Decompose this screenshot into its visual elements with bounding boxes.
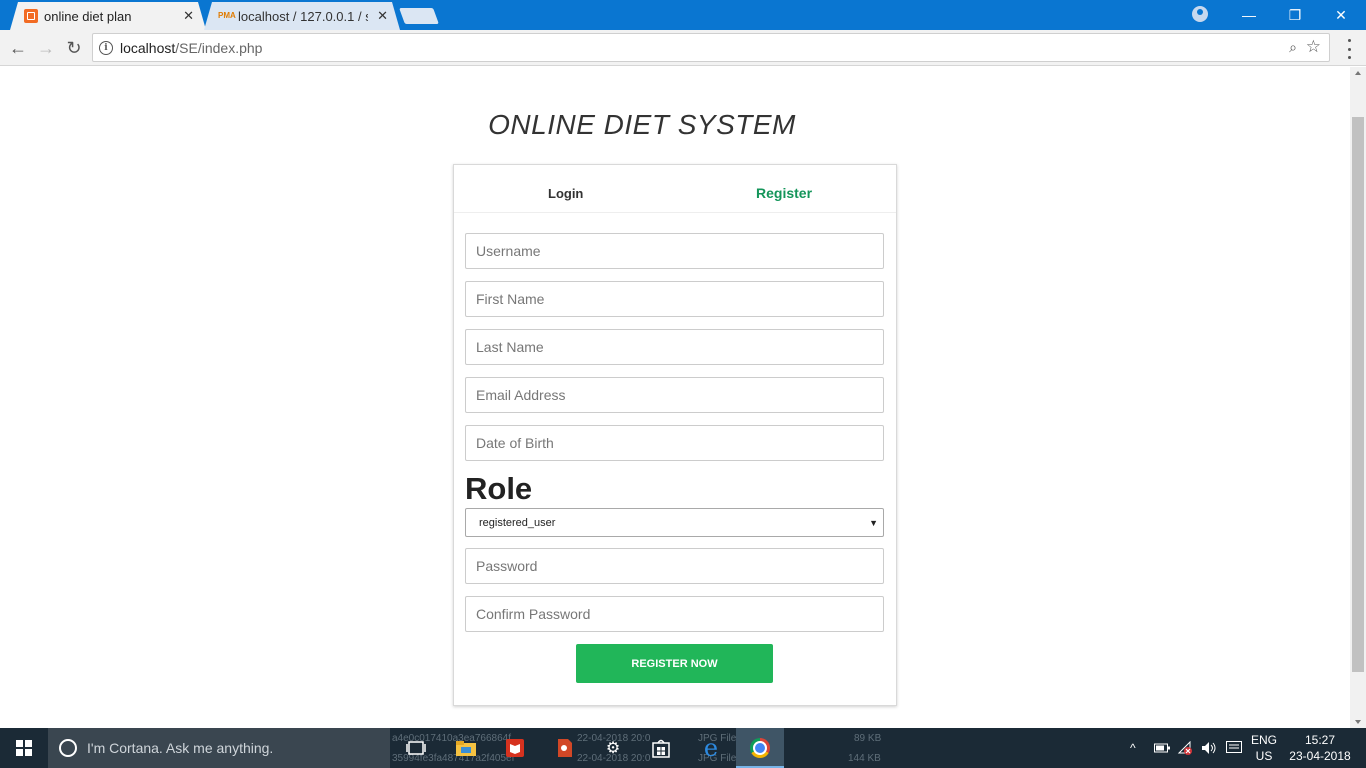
bookmark-star-icon[interactable]: ☆ [1306,37,1321,57]
auth-card: Login Register Role registered_user ▼ RE… [453,164,897,706]
battery-icon[interactable] [1154,728,1170,768]
scrollbar-thumb[interactable] [1352,117,1364,672]
file-explorer-icon[interactable] [454,736,478,760]
forward-arrow-icon[interactable]: → [34,36,58,60]
input-language-indicator[interactable]: ENG US [1250,732,1278,764]
tab-title: online diet plan [44,8,132,24]
page-scrollbar[interactable] [1350,67,1366,728]
background-file-size: 89 KB [854,733,882,744]
new-tab-button[interactable] [399,8,439,24]
powerpoint-app-icon[interactable] [552,736,576,760]
restore-button[interactable]: ❐ [1272,0,1318,30]
network-disconnected-icon[interactable] [1177,728,1193,768]
windows-taskbar: a4e0c017410a3ea766864f 22-04-2018 20:0 J… [0,728,1366,768]
close-tab-icon[interactable]: ✕ [183,8,194,24]
reader-app-icon[interactable] [503,736,527,760]
tab-title: localhost / 127.0.0.1 / sh [238,8,368,24]
minimize-button[interactable]: — [1226,0,1272,30]
email-input[interactable] [465,377,884,413]
clock-time: 15:27 [1304,733,1336,747]
scroll-up-arrow-icon[interactable] [1355,71,1361,75]
tab-online-diet-plan[interactable]: online diet plan ✕ [10,2,206,30]
page-title: ONLINE DIET SYSTEM [488,109,796,140]
chrome-menu-icon[interactable] [1344,39,1354,59]
password-input[interactable] [465,548,884,584]
cortana-search-box[interactable]: I'm Cortana. Ask me anything. [48,728,390,768]
url-text[interactable]: localhost/SE/index.php [120,40,262,56]
start-button[interactable] [0,728,48,768]
system-clock[interactable]: 15:27 23-04-2018 [1288,732,1352,764]
clock-date: 23-04-2018 [1289,749,1351,763]
language-code: ENG [1250,733,1277,747]
browser-tab-strip: online diet plan ✕ PMA localhost / 127.0… [0,0,1366,30]
cortana-icon [59,739,77,757]
last-name-input[interactable] [465,329,884,365]
username-input[interactable] [465,233,884,269]
site-info-icon[interactable]: i [99,40,113,55]
first-name-input[interactable] [465,281,884,317]
settings-gear-icon[interactable]: ⚙ [601,736,625,760]
role-select[interactable]: registered_user ▼ [465,508,884,537]
background-file-size: 144 KB [848,753,881,764]
tab-register[interactable]: Register [756,185,812,201]
keyboard-layout: US [1255,749,1273,763]
tab-login[interactable]: Login [548,186,583,201]
profile-icon[interactable] [1192,6,1208,22]
store-icon[interactable] [649,736,673,760]
chrome-icon [750,738,770,758]
register-now-button[interactable]: REGISTER NOW [576,644,773,683]
cortana-placeholder: I'm Cortana. Ask me anything. [87,740,274,756]
close-tab-icon[interactable]: ✕ [377,8,388,24]
show-hidden-icons-chevron-icon[interactable]: ^ [1130,728,1136,768]
phpmyadmin-favicon-icon: PMA [218,11,236,20]
confirm-password-input[interactable] [465,596,884,632]
browser-toolbar: ← → ↻ i localhost/SE/index.php ⌕ ☆ [0,30,1366,66]
role-selected-value: registered_user [479,516,556,529]
role-label: Role [465,471,533,506]
xampp-favicon-icon [24,9,38,23]
page-content: ONLINE DIET SYSTEM Login Register Role r… [0,67,1350,728]
address-bar[interactable]: i localhost/SE/index.php ⌕ ☆ [92,33,1330,62]
scroll-down-arrow-icon[interactable] [1355,720,1361,724]
back-arrow-icon[interactable]: ← [6,36,30,60]
zoom-icon[interactable]: ⌕ [1289,39,1297,56]
auth-tabs: Login Register [454,165,896,213]
task-view-icon[interactable] [404,736,428,760]
tab-phpmyadmin[interactable]: PMA localhost / 127.0.0.1 / sh ✕ [204,2,400,30]
windows-logo-icon [16,740,32,756]
date-of-birth-input[interactable] [465,425,884,461]
action-center-icon[interactable] [1226,728,1242,768]
volume-icon[interactable] [1201,728,1217,768]
reload-icon[interactable]: ↻ [62,36,86,60]
edge-browser-icon[interactable]: e [699,734,723,762]
close-window-button[interactable]: ✕ [1318,0,1364,30]
dropdown-caret-icon: ▼ [869,518,878,528]
